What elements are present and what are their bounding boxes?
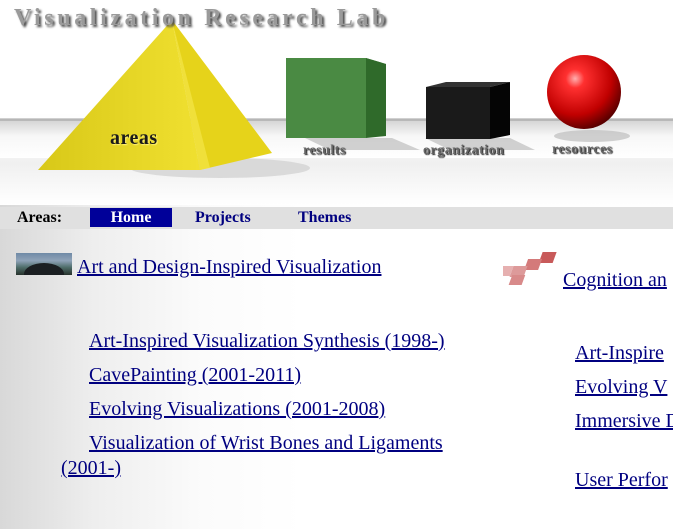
nav-label: Areas:: [17, 209, 63, 226]
nav-themes-link[interactable]: Themes: [298, 209, 351, 227]
nav-home-tab[interactable]: Home: [90, 208, 172, 227]
red-sphere-shape: [547, 55, 621, 129]
green-cube-shape: [286, 58, 386, 138]
project-link[interactable]: Art-Inspire: [575, 341, 664, 366]
project-link[interactable]: CavePainting (2001-2011): [89, 363, 301, 388]
project-link[interactable]: Evolving V: [575, 375, 667, 400]
black-cube-shape: [426, 82, 510, 139]
areas-nav-bar: Areas: Home Projects Themes: [0, 207, 673, 229]
nav-projects-link[interactable]: Projects: [195, 209, 251, 227]
project-link[interactable]: Art-Inspired Visualization Synthesis (19…: [89, 329, 445, 354]
results-link[interactable]: results: [303, 143, 346, 159]
project-link[interactable]: Evolving Visualizations (2001-2008): [89, 397, 385, 422]
area-heading-cognition[interactable]: Cognition an: [563, 269, 667, 292]
areas-link[interactable]: areas: [110, 127, 158, 150]
art-thumbnail-icon[interactable]: [16, 253, 72, 275]
lab-title: Visualization Research Lab: [14, 5, 389, 31]
banner: Visualization Research Lab areas results…: [0, 0, 673, 205]
cognition-thumbnail-icon[interactable]: [503, 251, 559, 287]
project-link[interactable]: Visualization of Wrist Bones and Ligamen…: [61, 431, 481, 481]
organization-link[interactable]: organization: [423, 143, 504, 159]
page: Visualization Research Lab areas results…: [0, 0, 673, 529]
project-link[interactable]: Immersive Data Analysis: [547, 409, 673, 434]
project-link[interactable]: User Perfor: [575, 468, 668, 493]
resources-link[interactable]: resources: [552, 142, 613, 158]
area-heading-art-design[interactable]: Art and Design-Inspired Visualization: [77, 256, 381, 279]
